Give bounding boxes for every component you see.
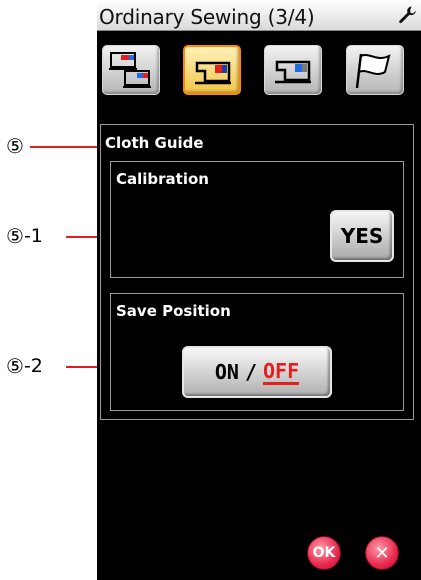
calibration-yes-button[interactable]: YES: [330, 210, 394, 262]
wrench-icon[interactable]: [397, 5, 417, 25]
callout-5-2: ⑤ -2: [6, 356, 43, 376]
callout-5-2-suffix: -2: [23, 354, 43, 377]
callout-5: ⑤: [6, 136, 24, 156]
close-button[interactable]: ✕: [365, 536, 399, 570]
machine-blue-icon: [275, 60, 311, 84]
callout-5-1-number: ⑤: [6, 224, 24, 248]
tab-machine-blue[interactable]: [264, 45, 322, 95]
callout-5-1: ⑤ -1: [6, 226, 43, 246]
tab-flag[interactable]: [346, 45, 404, 95]
ok-button[interactable]: OK: [307, 536, 341, 570]
toggle-on-label: ON: [214, 360, 239, 384]
callout-5-1-suffix: -1: [23, 224, 43, 247]
save-position-label: Save Position: [116, 302, 231, 320]
close-icon: ✕: [374, 542, 390, 564]
toggle-separator: /: [244, 360, 257, 384]
title-bar: Ordinary Sewing (3/4): [97, 0, 421, 31]
screen-title: Ordinary Sewing (3/4): [99, 5, 315, 29]
toggle-off-label: OFF: [263, 358, 300, 385]
flag-icon: [355, 53, 391, 89]
tab-two-machines[interactable]: [102, 45, 160, 95]
callout-5-number: ⑤: [6, 134, 24, 158]
two-machines-icon: [109, 52, 151, 88]
cloth-guide-title: Cloth Guide: [105, 134, 204, 152]
tab-machine-red[interactable]: [183, 45, 241, 95]
device-screen: Ordinary Sewing (3/4) Cloth Guide Calibr…: [97, 0, 421, 580]
callout-5-leader: [30, 146, 100, 148]
callout-5-2-number: ⑤: [6, 354, 24, 378]
save-position-toggle[interactable]: ON / OFF: [182, 346, 332, 398]
mode-tabs: [97, 45, 421, 101]
machine-red-icon: [195, 61, 231, 85]
calibration-label: Calibration: [116, 170, 209, 188]
